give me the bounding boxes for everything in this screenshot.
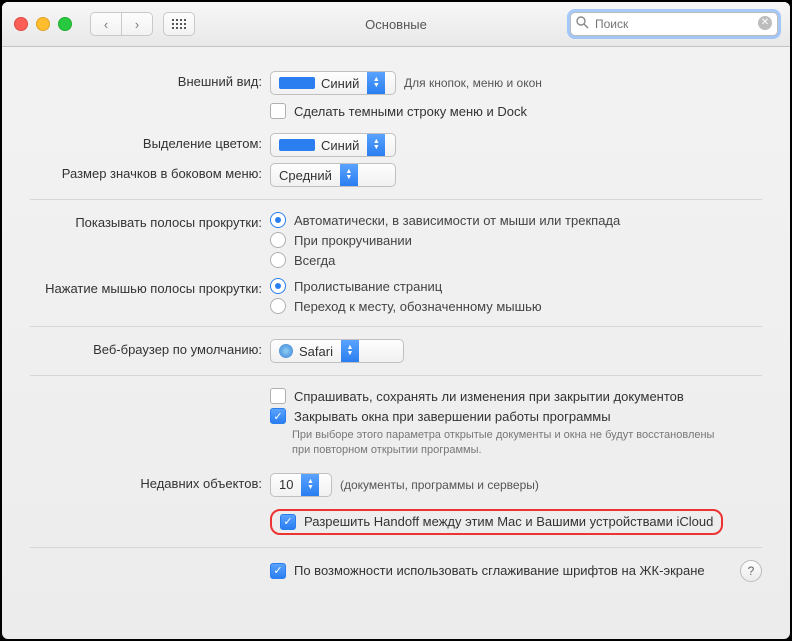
browser-label: Веб-браузер по умолчанию: — [30, 339, 270, 357]
stepper-icon: ▲▼ — [341, 340, 359, 362]
sidebar-icons-label: Размер значков в боковом меню: — [30, 163, 270, 181]
scroll-click-radio-spot[interactable] — [270, 298, 286, 314]
appearance-note: Для кнопок, меню и окон — [404, 76, 542, 90]
scrollbars-opt-auto: Автоматически, в зависимости от мыши или… — [294, 213, 620, 228]
separator — [30, 199, 762, 200]
ask-save-label: Спрашивать, сохранять ли изменения при з… — [294, 389, 684, 404]
recent-value: 10 — [279, 477, 293, 492]
show-all-button[interactable] — [163, 12, 195, 36]
scrollbars-opt-always: Всегда — [294, 253, 335, 268]
sidebar-icons-value: Средний — [279, 168, 332, 183]
nav-buttons: ‹ › — [90, 12, 153, 36]
dark-menu-checkbox[interactable] — [270, 103, 286, 119]
scroll-click-opt-spot: Переход к месту, обозначенному мышью — [294, 299, 542, 314]
font-smoothing-label: По возможности использовать сглаживание … — [294, 563, 705, 578]
scrollbars-opt-scrolling: При прокручивании — [294, 233, 412, 248]
browser-value: Safari — [299, 344, 333, 359]
window-controls — [14, 17, 72, 31]
recent-suffix: (документы, программы и серверы) — [340, 478, 539, 492]
recent-label: Недавних объектов: — [30, 473, 270, 491]
grid-icon — [172, 19, 187, 30]
stepper-icon: ▲▼ — [340, 164, 358, 186]
scroll-click-radio-page[interactable] — [270, 278, 286, 294]
stepper-icon: ▲▼ — [367, 134, 385, 156]
sidebar-icons-select[interactable]: Средний ▲▼ — [270, 163, 396, 187]
close-windows-note: При выборе этого параметра открытые доку… — [270, 428, 722, 459]
color-swatch-icon — [279, 77, 315, 89]
recent-select[interactable]: 10 ▲▼ — [270, 473, 332, 497]
appearance-label: Внешний вид: — [30, 71, 270, 89]
handoff-label: Разрешить Handoff между этим Mac и Вашим… — [304, 514, 713, 529]
close-icon[interactable] — [14, 17, 28, 31]
highlight-select[interactable]: Синий ▲▼ — [270, 133, 396, 157]
clear-search-icon[interactable]: ✕ — [758, 16, 772, 30]
scroll-click-label: Нажатие мышью полосы прокрутки: — [30, 278, 270, 296]
separator — [30, 547, 762, 548]
highlight-value: Синий — [321, 138, 359, 153]
scrollbars-label: Показывать полосы прокрутки: — [30, 212, 270, 230]
back-button[interactable]: ‹ — [90, 12, 122, 36]
search-input[interactable] — [570, 12, 778, 36]
ask-save-checkbox[interactable] — [270, 388, 286, 404]
handoff-highlight: ✓ Разрешить Handoff между этим Mac и Ваш… — [270, 509, 723, 535]
font-smoothing-checkbox[interactable]: ✓ — [270, 563, 286, 579]
appearance-select[interactable]: Синий ▲▼ — [270, 71, 396, 95]
scrollbars-radio-auto[interactable] — [270, 212, 286, 228]
color-swatch-icon — [279, 139, 315, 151]
stepper-icon: ▲▼ — [367, 72, 385, 94]
separator — [30, 375, 762, 376]
scroll-click-opt-page: Пролистывание страниц — [294, 279, 442, 294]
titlebar: ‹ › Основные ✕ — [2, 2, 790, 47]
scrollbars-radio-scrolling[interactable] — [270, 232, 286, 248]
browser-select[interactable]: Safari ▲▼ — [270, 339, 404, 363]
close-windows-checkbox[interactable]: ✓ — [270, 408, 286, 424]
preferences-window: ‹ › Основные ✕ Внешний вид: — [0, 0, 792, 641]
search-icon — [576, 16, 589, 32]
separator — [30, 326, 762, 327]
scrollbars-radio-always[interactable] — [270, 252, 286, 268]
close-windows-label: Закрывать окна при завершении работы про… — [294, 409, 611, 424]
forward-button[interactable]: › — [122, 12, 153, 36]
safari-icon — [279, 344, 293, 358]
appearance-value: Синий — [321, 76, 359, 91]
stepper-icon: ▲▼ — [301, 474, 319, 496]
minimize-icon[interactable] — [36, 17, 50, 31]
highlight-label: Выделение цветом: — [30, 133, 270, 151]
help-button[interactable]: ? — [740, 560, 762, 582]
dark-menu-label: Сделать темными строку меню и Dock — [294, 104, 527, 119]
zoom-icon[interactable] — [58, 17, 72, 31]
handoff-checkbox[interactable]: ✓ — [280, 514, 296, 530]
